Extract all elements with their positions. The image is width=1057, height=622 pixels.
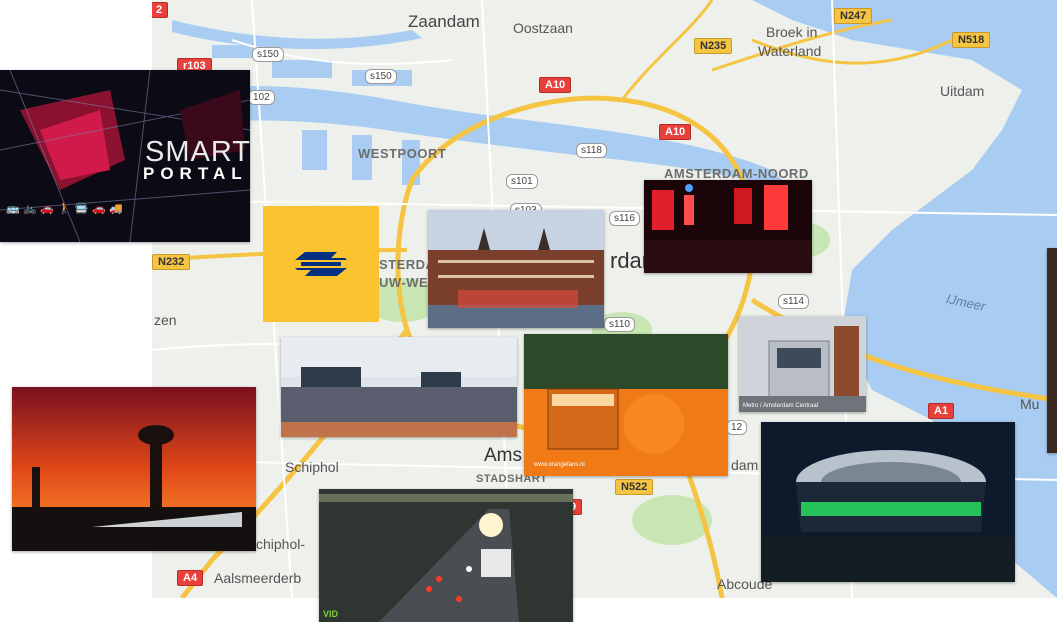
shield-a10-mid: A10: [659, 124, 692, 141]
smart-portal-subtitle: PORTAL: [143, 164, 248, 183]
shield-s150-a: s150: [252, 47, 284, 62]
shield-s112: 12: [726, 420, 748, 435]
traffic-graphic: [319, 489, 573, 622]
shield-n235: N235: [694, 38, 733, 55]
ns-logo[interactable]: [263, 206, 379, 322]
label-amsterdam-noord: AMSTERDAM-NOORD: [664, 166, 809, 181]
label-broek-in: Broek in: [766, 24, 818, 40]
stadium-photo[interactable]: [761, 422, 1015, 582]
schiphol-graphic: [12, 387, 256, 551]
shield-s101: s101: [506, 174, 538, 189]
orange-fans-graphic: [524, 334, 728, 476]
traffic-badge: VID: [323, 609, 339, 619]
canal-north: [172, 20, 422, 50]
shield-a10-top: A10: [539, 77, 572, 94]
concert-graphic: [281, 337, 517, 437]
label-sterda: STERDA: [379, 257, 436, 272]
shield-n518: N518: [952, 32, 991, 49]
shield-n522: N522: [615, 479, 654, 496]
label-zaandam: Zaandam: [408, 12, 480, 31]
metro-photo[interactable]: Metro / Amsterdam Centraal: [739, 316, 866, 412]
highway-traffic-photo[interactable]: VID: [319, 489, 573, 622]
shield-s102: 102: [248, 90, 275, 105]
label-muiden-partial: Mu: [1020, 396, 1040, 412]
label-schiphol-oost: chiphol-: [256, 536, 306, 552]
shield-n232: N232: [152, 254, 191, 271]
rijksmuseum-graphic: [428, 210, 604, 328]
orange-fans-photo[interactable]: www.orangefans.nl: [524, 334, 728, 476]
label-dam-partial: dam: [731, 457, 759, 473]
ns-logo-icon: [295, 252, 347, 276]
shield-a1: A1: [928, 403, 955, 420]
label-uw-we: UW-WE: [379, 275, 429, 290]
label-schiphol: Schiphol: [285, 459, 339, 475]
label-oostzaan: Oostzaan: [513, 20, 573, 36]
metro-caption: Metro / Amsterdam Centraal: [743, 403, 819, 409]
label-ams: Ams: [484, 445, 522, 466]
shield-n2: 2: [152, 2, 169, 19]
stadium-graphic: [761, 422, 1015, 582]
shield-s110: s110: [604, 317, 635, 332]
label-westpoort: WESTPOORT: [358, 146, 447, 161]
schiphol-tower-photo[interactable]: [12, 387, 256, 551]
red-light-district-photo[interactable]: [644, 180, 812, 273]
label-uitdam: Uitdam: [940, 83, 985, 99]
label-zen: zen: [154, 312, 177, 328]
shield-a4: A4: [177, 570, 204, 587]
rijksmuseum-photo[interactable]: [428, 210, 604, 328]
shield-s116: s116: [609, 211, 640, 226]
label-aalsmeerderbrug: Aalsmeerderb: [214, 570, 302, 586]
smart-portal-photo[interactable]: 🚌 🚲 🚗 🚶 🚍 🚗 🚚 SMART PORTAL: [0, 70, 250, 242]
shield-s114: s114: [778, 294, 809, 309]
shield-n247: N247: [834, 8, 873, 25]
red-light-graphic: [644, 180, 812, 273]
label-waterland: Waterland: [758, 43, 822, 59]
right-edge-photo[interactable]: [1047, 248, 1057, 453]
svg-text:🚌 🚲 🚗 🚶 🚍 🚗 🚚: 🚌 🚲 🚗 🚶 🚍 🚗 🚚: [6, 202, 123, 215]
shield-s150-b: s150: [365, 69, 397, 84]
orange-fans-caption: www.orangefans.nl: [534, 462, 585, 468]
shield-s118: s118: [576, 143, 607, 158]
metro-graphic: [739, 316, 866, 412]
concert-photo[interactable]: [281, 337, 517, 437]
